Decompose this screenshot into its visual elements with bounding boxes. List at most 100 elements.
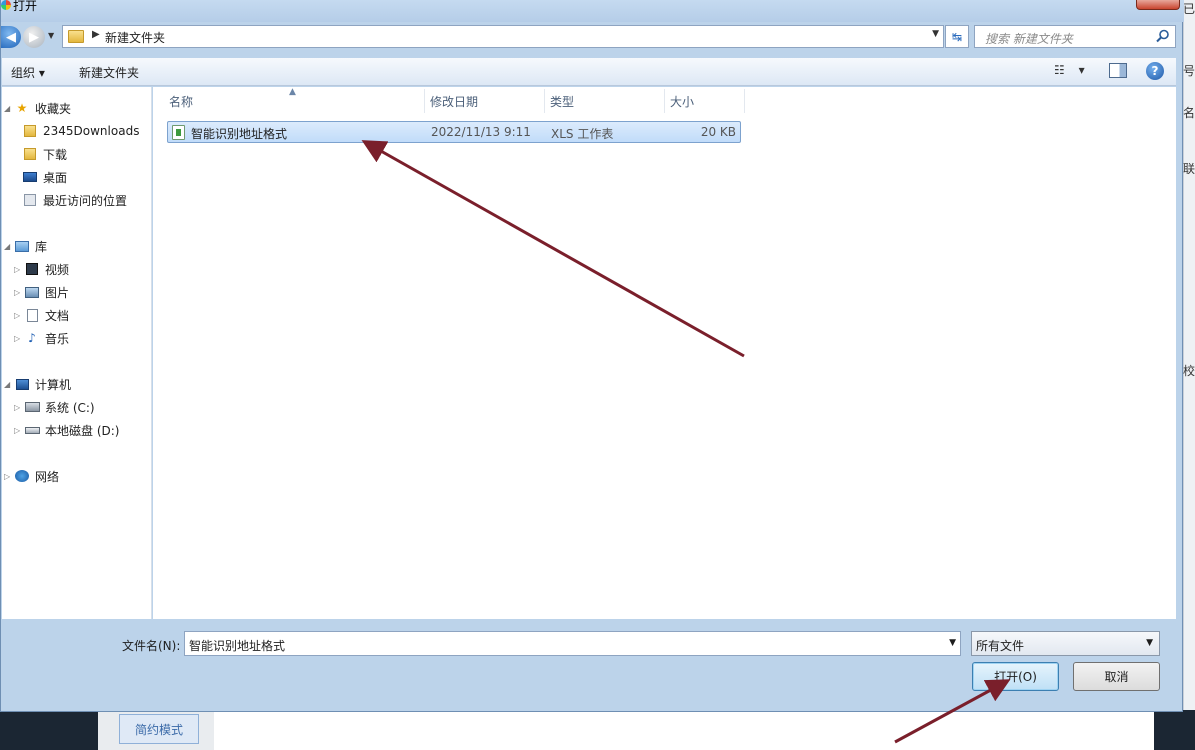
refresh-icon: ↹: [951, 29, 963, 44]
title-bar: 打开: [1, 0, 1184, 22]
nav-libraries-label: 库: [35, 239, 48, 254]
preview-pane-icon[interactable]: [1109, 63, 1127, 78]
nav-item-documents[interactable]: ▷ 文档: [14, 305, 69, 325]
history-dropdown-icon[interactable]: ▼: [48, 31, 54, 40]
file-list: ▲ 名称 修改日期 类型 大小 智能识别地址格式 2022/11/13 9:11…: [153, 87, 1176, 619]
expand-arrow-icon[interactable]: ▷: [14, 334, 20, 343]
nav-item-label: 本地磁盘 (D:): [45, 423, 120, 438]
expand-arrow-icon[interactable]: ▷: [14, 403, 20, 412]
nav-item-label: 文档: [45, 308, 70, 323]
file-type: XLS 工作表: [551, 127, 614, 141]
nav-item-music[interactable]: ▷ ♪ 音乐: [14, 328, 69, 348]
downloads-folder-icon: [22, 147, 38, 161]
change-view-button[interactable]: ☷ ▾: [1054, 63, 1085, 77]
folder-icon: [22, 124, 38, 138]
nav-item-label: 桌面: [43, 170, 68, 185]
cancel-button[interactable]: 取消: [1073, 662, 1160, 691]
file-modified: 2022/11/13 9:11: [431, 125, 531, 139]
window-title: 打开: [13, 0, 38, 13]
refresh-button[interactable]: ↹: [945, 25, 969, 48]
bg-glyph: 名: [1182, 106, 1195, 120]
column-header-name[interactable]: 名称: [169, 89, 425, 113]
file-size: 20 KB: [700, 125, 736, 139]
file-row[interactable]: 智能识别地址格式 2022/11/13 9:11 XLS 工作表 20 KB: [167, 121, 741, 143]
system-drive-icon: [24, 400, 40, 414]
breadcrumb-current-folder[interactable]: 新建文件夹: [105, 29, 165, 46]
collapse-arrow-icon[interactable]: ◢: [4, 104, 10, 113]
simple-mode-button[interactable]: 简约模式: [119, 714, 199, 744]
forward-arrow-icon[interactable]: ▶: [23, 26, 45, 48]
nav-favorites[interactable]: ◢ ★ 收藏夹: [4, 98, 71, 118]
bg-glyph: 已: [1182, 2, 1195, 16]
collapse-arrow-icon[interactable]: ◢: [4, 242, 10, 251]
filetype-value: 所有文件: [976, 639, 1025, 653]
column-header-type[interactable]: 类型: [550, 89, 665, 113]
bg-glyph: 校: [1182, 364, 1195, 378]
nav-item-pictures[interactable]: ▷ 图片: [14, 282, 69, 302]
column-header-size[interactable]: 大小: [670, 89, 745, 113]
search-input[interactable]: 搜索 新建文件夹: [974, 25, 1176, 48]
address-bar[interactable]: ▶ 新建文件夹 ▼: [62, 25, 944, 48]
nav-item-desktop[interactable]: 桌面: [22, 167, 67, 187]
expand-arrow-icon[interactable]: ▷: [14, 426, 20, 435]
view-list-icon: ☷: [1054, 63, 1065, 77]
nav-item-label: 音乐: [45, 331, 70, 346]
expand-arrow-icon[interactable]: ▷: [4, 472, 10, 481]
nav-item-2345downloads[interactable]: 2345Downloads: [22, 121, 139, 141]
back-arrow-icon[interactable]: ◀: [1, 26, 21, 48]
new-folder-button[interactable]: 新建文件夹: [79, 64, 139, 81]
breadcrumb-chevron-icon[interactable]: ▶: [92, 29, 100, 40]
organize-button[interactable]: 组织 ▾: [11, 64, 45, 81]
nav-item-label: 视频: [45, 262, 70, 277]
open-button[interactable]: 打开(O): [972, 662, 1059, 691]
filename-dropdown-icon[interactable]: ▼: [949, 638, 956, 648]
nav-item-drive-d[interactable]: ▷ 本地磁盘 (D:): [14, 420, 119, 440]
nav-item-drive-c[interactable]: ▷ 系统 (C:): [14, 397, 95, 417]
column-header-modified[interactable]: 修改日期: [430, 89, 545, 113]
nav-item-recent-places[interactable]: 最近访问的位置: [22, 190, 127, 210]
background-right-edge: 已 号 名 联 校: [1183, 0, 1195, 750]
nav-computer[interactable]: ◢ 计算机: [4, 374, 71, 394]
help-icon[interactable]: ?: [1146, 62, 1164, 80]
nav-item-label: 下载: [43, 147, 68, 162]
expand-arrow-icon[interactable]: ▷: [14, 311, 20, 320]
address-dropdown-icon[interactable]: ▼: [932, 29, 939, 39]
library-icon: [14, 239, 30, 253]
view-dropdown-icon: ▾: [1078, 63, 1085, 77]
nav-item-downloads[interactable]: 下载: [22, 144, 67, 164]
desktop-icon: [22, 170, 38, 184]
collapse-arrow-icon[interactable]: ◢: [4, 380, 10, 389]
nav-item-label: 图片: [45, 285, 70, 300]
nav-network[interactable]: ▷ 网络: [4, 466, 59, 486]
pictures-icon: [24, 285, 40, 299]
network-icon: [14, 469, 30, 483]
expand-arrow-icon[interactable]: ▷: [14, 288, 20, 297]
music-icon: ♪: [28, 331, 36, 345]
expand-arrow-icon[interactable]: ▷: [14, 265, 20, 274]
background-panel: [214, 710, 1154, 750]
app-icon: [1, 0, 11, 10]
bg-glyph: 号: [1182, 64, 1195, 78]
drive-icon: [24, 423, 40, 437]
nav-item-videos[interactable]: ▷ 视频: [14, 259, 69, 279]
nav-item-label: 最近访问的位置: [43, 193, 128, 208]
nav-libraries[interactable]: ◢ 库: [4, 236, 47, 256]
search-icon[interactable]: [1156, 29, 1170, 43]
filetype-select[interactable]: 所有文件 ▼: [971, 631, 1160, 656]
nav-item-label: 2345Downloads: [43, 124, 140, 138]
bg-glyph: 联: [1182, 162, 1195, 176]
command-toolbar: 组织 ▾ 新建文件夹 ☷ ▾ ?: [2, 58, 1176, 86]
filename-label: 文件名(N):: [122, 639, 181, 653]
recent-places-icon: [22, 193, 38, 207]
filetype-dropdown-icon[interactable]: ▼: [1146, 638, 1153, 648]
close-button[interactable]: [1136, 0, 1180, 10]
nav-network-label: 网络: [35, 469, 60, 484]
open-file-dialog: 打开 ◀ ▶ ▼ ▶ 新建文件夹 ▼ ↹ 搜索 新建文件夹 组织 ▾ 新建文件夹…: [0, 0, 1184, 712]
filename-value: 智能识别地址格式: [189, 639, 286, 653]
file-name: 智能识别地址格式: [191, 127, 288, 141]
nav-item-label: 系统 (C:): [45, 400, 95, 415]
documents-icon: [24, 308, 40, 322]
computer-icon: [14, 377, 30, 391]
navigation-pane: ◢ ★ 收藏夹 2345Downloads 下载 桌面 最近访问的位置 ◢ 库 …: [2, 87, 152, 619]
filename-input[interactable]: 智能识别地址格式 ▼: [184, 631, 961, 656]
